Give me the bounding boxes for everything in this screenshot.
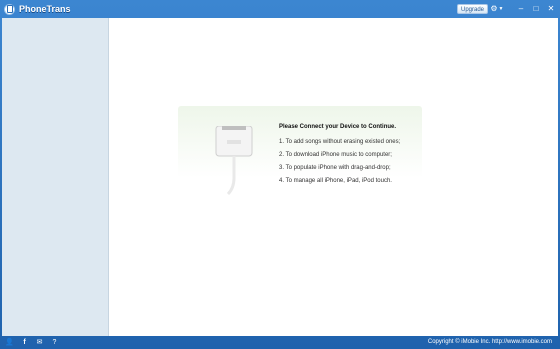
main-content: Please Connect your Device to Continue. … — [109, 18, 558, 336]
facebook-icon[interactable]: f — [20, 338, 29, 347]
instruction-step: 4. To manage all iPhone, iPad, iPod touc… — [279, 178, 392, 184]
connect-heading: Please Connect your Device to Continue. — [279, 124, 397, 130]
instruction-step: 1. To add songs without erasing existed … — [279, 139, 401, 145]
connect-device-panel: Please Connect your Device to Continue. … — [178, 106, 422, 202]
title-bar[interactable]: PhoneTrans Upgrade ⚙ ▼ – □ ✕ — [0, 0, 560, 18]
close-icon[interactable]: ✕ — [545, 3, 557, 15]
ipod-cable-icon — [215, 126, 253, 196]
connect-instructions: Please Connect your Device to Continue. … — [279, 124, 400, 191]
help-icon[interactable]: ? — [50, 338, 59, 347]
minimize-icon[interactable]: – — [515, 3, 527, 15]
client-area: Please Connect your Device to Continue. … — [2, 18, 558, 336]
instruction-step: 2. To download iPhone music to computer; — [279, 152, 392, 158]
upgrade-button[interactable]: Upgrade — [457, 4, 489, 14]
email-icon[interactable]: ✉ — [35, 338, 44, 347]
user-icon[interactable]: 👤 — [5, 338, 14, 347]
chevron-down-icon[interactable]: ▼ — [497, 3, 505, 15]
copyright-text: Copyright © iMobie Inc. http://www.imobi… — [427, 339, 552, 345]
sidebar — [2, 18, 109, 336]
status-bar: 👤 f ✉ ? Copyright © iMobie Inc. http://w… — [0, 336, 560, 349]
maximize-icon[interactable]: □ — [530, 3, 542, 15]
instruction-step: 3. To populate iPhone with drag-and-drop… — [279, 165, 391, 171]
app-title: PhoneTrans — [19, 4, 71, 14]
app-logo-icon — [4, 3, 15, 15]
app-window: PhoneTrans Upgrade ⚙ ▼ – □ ✕ Please Conn… — [0, 0, 560, 349]
